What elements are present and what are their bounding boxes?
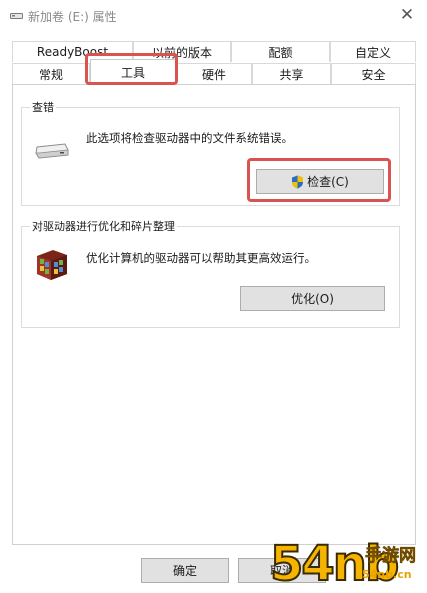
drive-title-icon (10, 13, 23, 19)
title-bar: 新加卷 (E:) 属性 ✕ (0, 0, 427, 32)
tab-general[interactable]: 常规 (12, 63, 90, 84)
close-icon: ✕ (399, 5, 415, 25)
watermark-name: 手游网 (365, 546, 417, 567)
defrag-icon (37, 250, 67, 280)
optimize-button[interactable]: 优化(O) (240, 286, 385, 311)
tools-tab-highlight (85, 53, 178, 85)
site-watermark-logo: 54nb 手游网 54nb.cn (269, 535, 427, 593)
watermark-url: 54nb.cn (362, 568, 412, 581)
tab-security[interactable]: 安全 (331, 63, 416, 84)
close-button[interactable]: ✕ (389, 0, 425, 30)
tab-customize[interactable]: 自定义 (330, 41, 416, 62)
optimize-description: 优化计算机的驱动器可以帮助其更高效运行。 (86, 251, 316, 265)
optimize-group (21, 226, 400, 328)
optimize-button-label: 优化(O) (291, 292, 334, 306)
ok-button-label: 确定 (172, 564, 197, 578)
tab-quota[interactable]: 配额 (231, 41, 330, 62)
tab-hardware[interactable]: 硬件 (176, 63, 252, 84)
window-title: 新加卷 (E:) 属性 (28, 10, 117, 24)
error-checking-description: 此选项将检查驱动器中的文件系统错误。 (86, 131, 293, 145)
optimize-title: 对驱动器进行优化和碎片整理 (30, 218, 177, 234)
drive-icon (35, 143, 69, 159)
check-button-highlight (247, 158, 391, 202)
ok-button[interactable]: 确定 (141, 558, 229, 583)
tab-sharing[interactable]: 共享 (252, 63, 331, 84)
error-checking-title: 查错 (30, 99, 56, 115)
